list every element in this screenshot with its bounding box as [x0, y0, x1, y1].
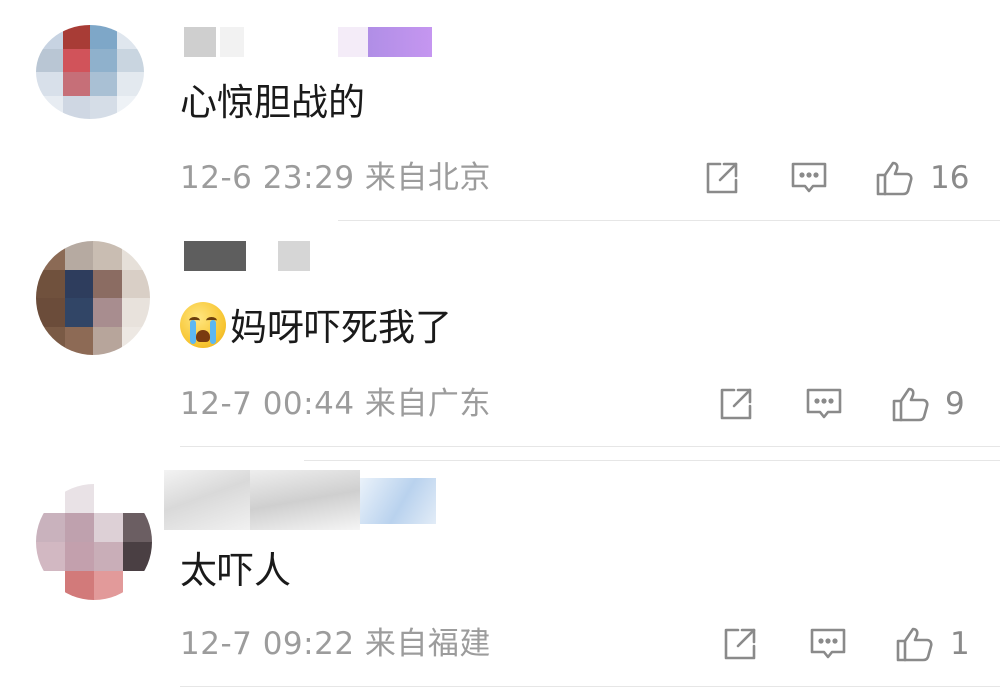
share-icon[interactable]: [720, 624, 760, 664]
comment-meta: 12-7 09:22 来自福建: [180, 624, 491, 664]
comment-location: 来自福建: [364, 626, 491, 662]
comment-item: 太吓人 12-7 09:22 来自福建 1: [0, 0, 1000, 689]
comment-icon[interactable]: [808, 624, 848, 664]
username-blurred[interactable]: [164, 470, 250, 530]
comment-text: 太吓人: [180, 549, 291, 592]
divider: [180, 686, 1000, 687]
badge-blurred: [360, 478, 436, 524]
thumbs-up-icon[interactable]: [894, 624, 934, 664]
username-blurred: [250, 470, 360, 530]
avatar[interactable]: [36, 484, 152, 600]
comment-time: 12-7 09:22: [180, 626, 355, 662]
like-count: 1: [950, 626, 970, 662]
